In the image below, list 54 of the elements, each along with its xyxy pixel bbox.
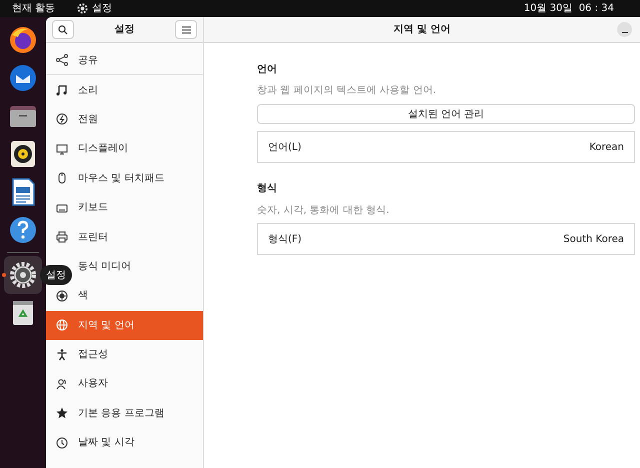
- clock[interactable]: 10월 30일 06 : 34: [524, 1, 614, 16]
- menu-icon: [182, 26, 190, 34]
- globe-icon: [56, 319, 68, 332]
- minimize-icon: [622, 32, 628, 33]
- sidebar-item[interactable]: 공유: [46, 46, 203, 76]
- section-heading: 형식: [257, 182, 278, 196]
- tooltip: 설정: [40, 265, 72, 285]
- clock-icon: [56, 436, 68, 449]
- keyboard-icon: [56, 202, 68, 214]
- row-label: 언어(L): [268, 140, 302, 154]
- search-icon: [58, 24, 68, 34]
- users-icon: [56, 378, 68, 390]
- sidebar-title: 설정: [114, 23, 136, 37]
- speaker-icon: [8, 139, 38, 169]
- menu-button[interactable]: [175, 20, 197, 39]
- sidebar-item[interactable]: 마우스 및 터치패드: [46, 164, 203, 193]
- section-description: 숫자, 시각, 통화에 대한 형식.: [257, 204, 390, 218]
- sidebar-item[interactable]: 지역 및 언어: [46, 310, 203, 340]
- section-description: 창과 웹 페이지의 텍스트에 사용할 언어.: [257, 84, 438, 98]
- sidebar-item[interactable]: 키보드: [46, 192, 203, 222]
- display-icon: [56, 142, 68, 155]
- sidebar-item[interactable]: 디스플레이: [46, 134, 203, 164]
- gear-icon: [8, 260, 38, 290]
- bird-icon: [8, 63, 38, 93]
- mouse-icon: [56, 172, 68, 184]
- sidebar-item[interactable]: 기본 응용 프로그램: [46, 398, 203, 428]
- sidebar-item[interactable]: 날짜 및 시각: [46, 428, 203, 458]
- sidebar-item[interactable]: 접근성: [46, 340, 203, 370]
- activities-button[interactable]: 현재 활동: [12, 1, 56, 16]
- formats-row[interactable]: 형식(F) South Korea: [257, 223, 635, 255]
- page-title: 지역 및 언어: [394, 23, 450, 37]
- sidebar-item[interactable]: 전원: [46, 104, 203, 134]
- accessibility-icon: [56, 348, 68, 361]
- app-menu[interactable]: 설정: [92, 1, 112, 16]
- row-label: 형식(F): [268, 232, 302, 246]
- share-icon: [56, 54, 68, 66]
- manage-languages-button[interactable]: 설치된 언어 관리: [257, 104, 635, 124]
- language-row[interactable]: 언어(L) Korean: [257, 131, 635, 163]
- star-icon: [56, 407, 68, 420]
- power-icon: [56, 113, 68, 126]
- music-note-icon: [56, 84, 68, 96]
- sidebar-item[interactable]: 사용자: [46, 369, 203, 399]
- row-value: South Korea: [563, 232, 624, 246]
- help-icon: [8, 215, 38, 245]
- gear-icon: [77, 3, 88, 14]
- row-value: Korean: [589, 140, 624, 154]
- minimize-button[interactable]: [617, 22, 632, 37]
- firefox-icon: [8, 25, 38, 55]
- section-heading: 언어: [257, 63, 278, 76]
- sidebar-item[interactable]: 프린터: [46, 222, 203, 252]
- sidebar-item[interactable]: 소리: [46, 75, 203, 105]
- search-button[interactable]: [52, 20, 74, 39]
- color-wheel-icon: [56, 290, 68, 302]
- printer-icon: [56, 231, 68, 244]
